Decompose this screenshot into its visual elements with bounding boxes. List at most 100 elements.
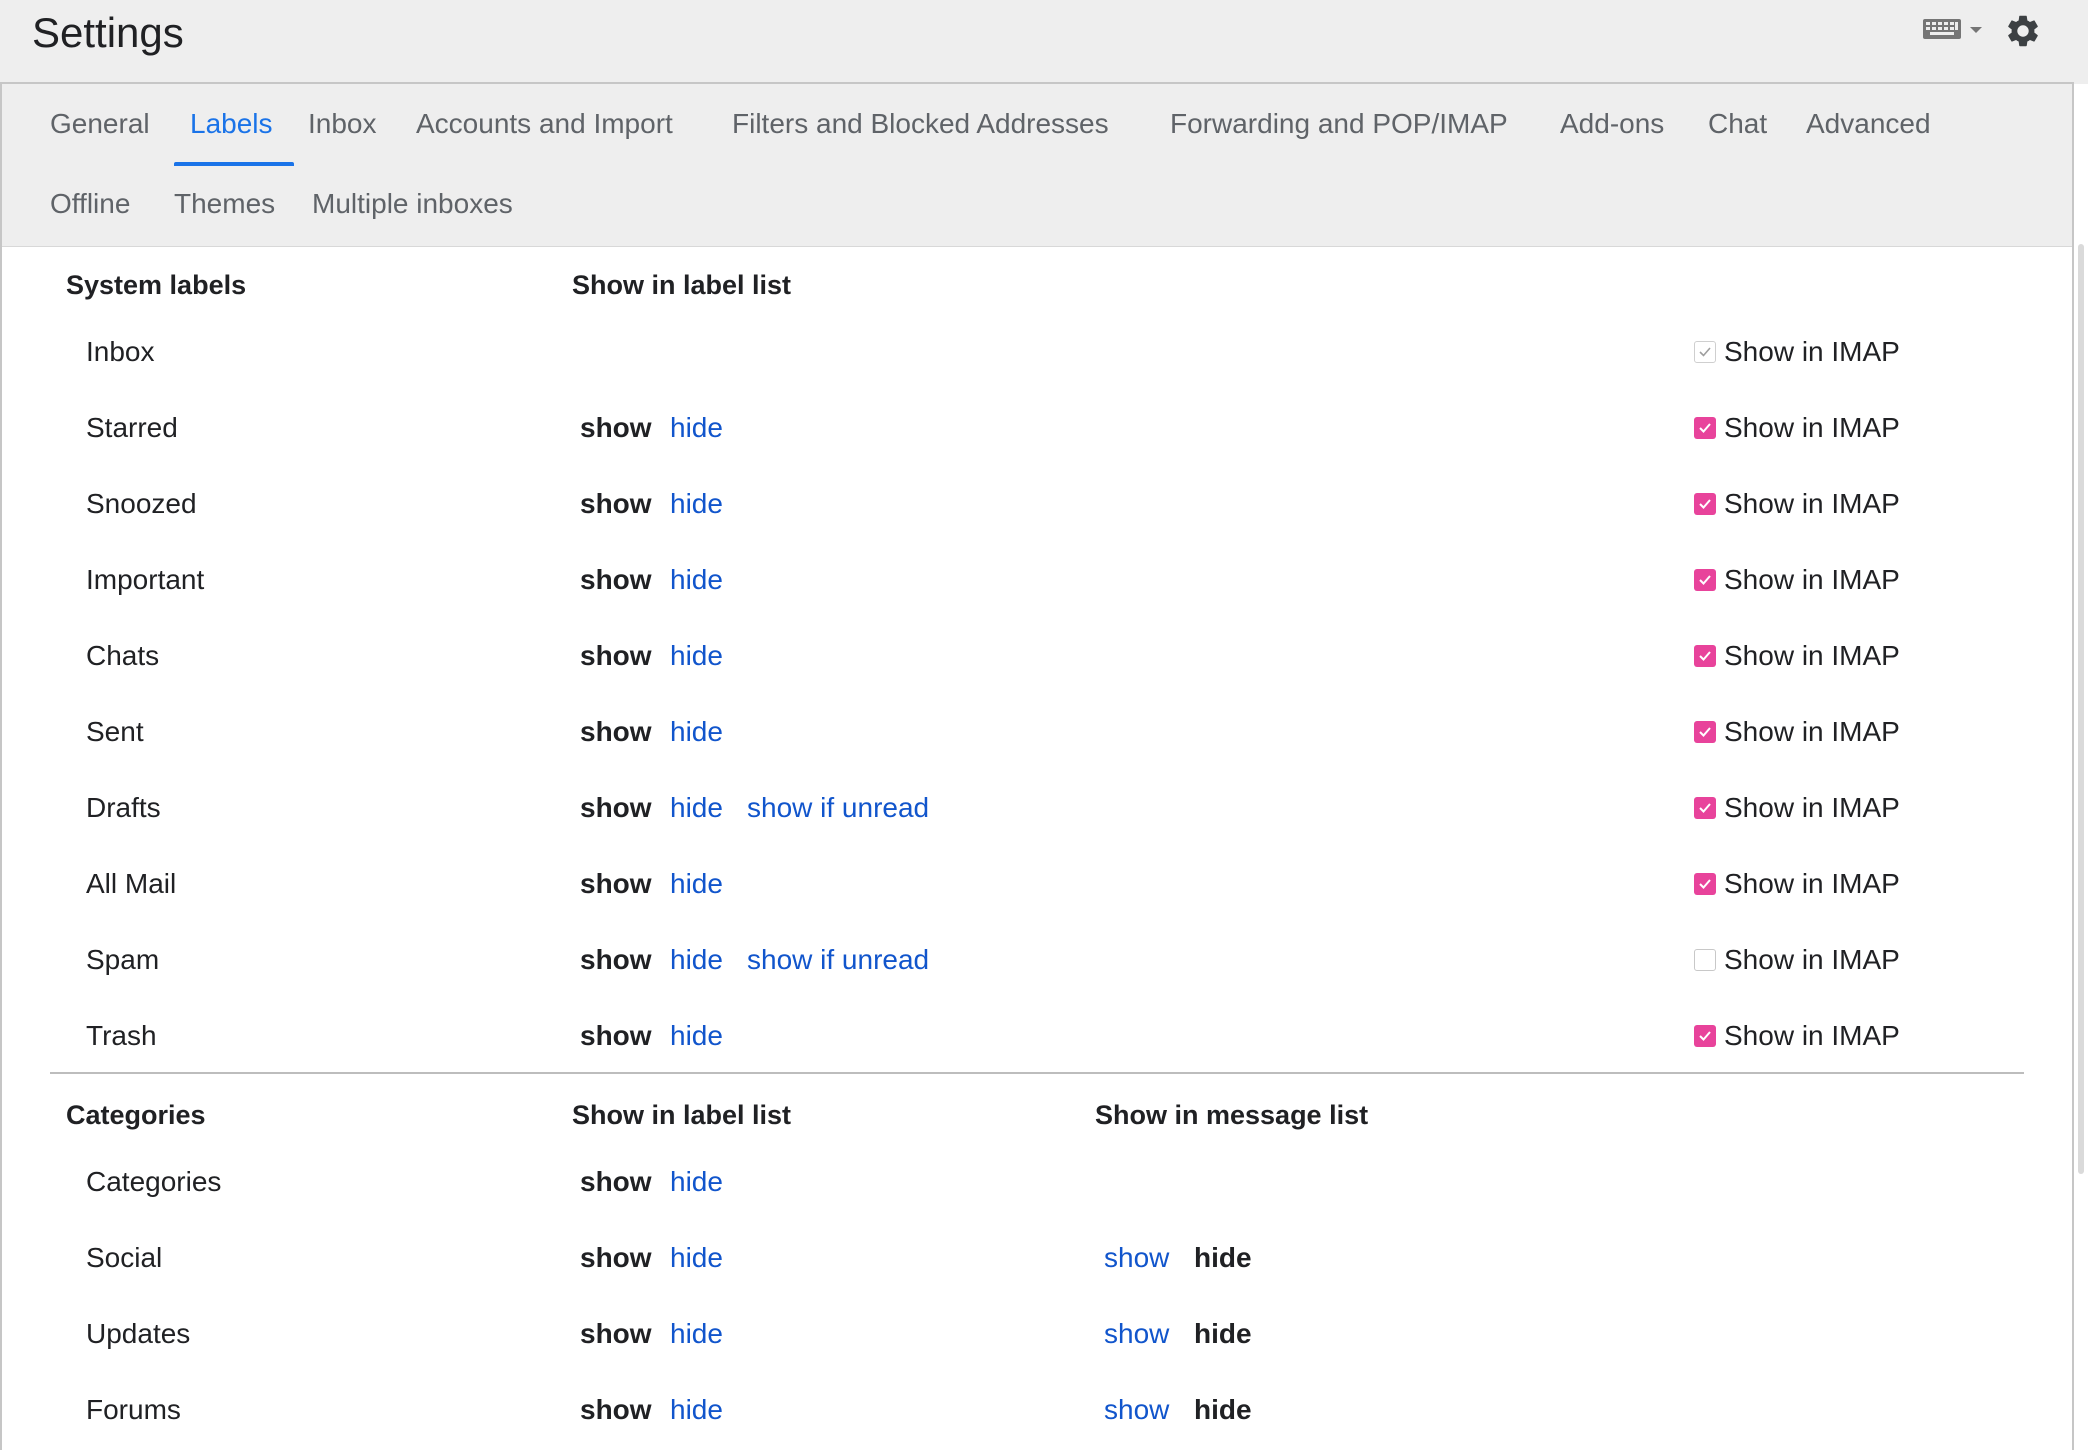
- category-name: Categories: [86, 1166, 222, 1197]
- input-tools-button[interactable]: [1922, 16, 1988, 46]
- message-list-show-link[interactable]: show: [1104, 1392, 1169, 1428]
- show-option: show: [580, 868, 652, 899]
- show-option: show: [580, 1020, 652, 1051]
- show-option: show: [580, 716, 652, 747]
- tab-forwarding-pop-imap[interactable]: Forwarding and POP/IMAP: [1170, 106, 1508, 142]
- imap-label: Show in IMAP: [1724, 716, 1900, 747]
- tab-labels[interactable]: Labels: [190, 106, 273, 142]
- show-in-message-list-heading: Show in message list: [1095, 1100, 1369, 1130]
- label-name: Trash: [86, 1020, 157, 1051]
- imap-label: Show in IMAP: [1724, 412, 1900, 443]
- hide-link[interactable]: hide: [670, 942, 723, 978]
- tab-filters-and-blocked-addresses[interactable]: Filters and Blocked Addresses: [732, 106, 1109, 142]
- gear-icon: [2004, 15, 2042, 54]
- hide-link[interactable]: hide: [670, 1240, 723, 1276]
- settings-gear-button[interactable]: [2004, 12, 2042, 50]
- message-list-show-link[interactable]: show: [1104, 1316, 1169, 1352]
- imap-checkbox[interactable]: [1694, 569, 1716, 591]
- show-option: show: [580, 792, 652, 823]
- tab-offline[interactable]: Offline: [50, 186, 130, 222]
- show-option: show: [580, 412, 652, 443]
- hide-link[interactable]: hide: [670, 486, 723, 522]
- category-name: Social: [86, 1242, 163, 1273]
- settings-page: Settings General Labels Inbox Accounts a…: [0, 0, 2088, 1450]
- scrollbar[interactable]: [2078, 244, 2084, 1174]
- chevron-down-icon: [1968, 22, 1984, 40]
- show-in-label-list-heading: Show in label list: [572, 1100, 792, 1130]
- show-if-unread-link[interactable]: show if unread: [747, 942, 929, 978]
- imap-checkbox[interactable]: [1694, 797, 1716, 819]
- imap-toggle[interactable]: Show in IMAP: [1694, 562, 1900, 598]
- imap-toggle[interactable]: Show in IMAP: [1694, 866, 1900, 902]
- settings-tabs: General Labels Inbox Accounts and Import…: [2, 84, 2072, 247]
- system-labels-heading: System labels: [66, 270, 247, 300]
- hide-link[interactable]: hide: [670, 714, 723, 750]
- label-name: Drafts: [86, 792, 161, 823]
- label-name: Starred: [86, 412, 178, 443]
- imap-checkbox: [1694, 341, 1716, 363]
- tab-chat[interactable]: Chat: [1708, 106, 1767, 142]
- hide-link[interactable]: hide: [670, 1316, 723, 1352]
- imap-checkbox[interactable]: [1694, 1025, 1716, 1047]
- imap-toggle[interactable]: Show in IMAP: [1694, 1018, 1900, 1054]
- categories-heading: Categories: [66, 1100, 206, 1130]
- tab-accounts-and-import[interactable]: Accounts and Import: [416, 106, 673, 142]
- hide-link[interactable]: hide: [670, 1392, 723, 1428]
- show-option: show: [580, 1242, 652, 1273]
- show-in-label-list-heading: Show in label list: [572, 270, 792, 300]
- category-name: Updates: [86, 1318, 191, 1349]
- show-option: show: [580, 640, 652, 671]
- label-name: Chats: [86, 640, 160, 671]
- imap-label: Show in IMAP: [1724, 640, 1900, 671]
- hide-link[interactable]: hide: [670, 790, 723, 826]
- message-list-show-link[interactable]: show: [1104, 1240, 1169, 1276]
- tab-themes[interactable]: Themes: [174, 186, 275, 222]
- imap-toggle[interactable]: Show in IMAP: [1694, 790, 1900, 826]
- imap-checkbox[interactable]: [1694, 645, 1716, 667]
- show-option: show: [580, 488, 652, 519]
- label-name: Important: [86, 564, 205, 595]
- tab-inbox[interactable]: Inbox: [308, 106, 377, 142]
- imap-label: Show in IMAP: [1724, 1020, 1900, 1051]
- message-list-hide-option: hide: [1194, 1394, 1252, 1425]
- hide-link[interactable]: hide: [670, 1164, 723, 1200]
- imap-label: Show in IMAP: [1724, 944, 1900, 975]
- settings-panel: General Labels Inbox Accounts and Import…: [0, 82, 2074, 1450]
- imap-toggle: Show in IMAP: [1694, 334, 1900, 370]
- keyboard-icon: [1922, 17, 1962, 46]
- tab-general[interactable]: General: [50, 106, 150, 142]
- page-title: Settings: [32, 9, 184, 56]
- tab-add-ons[interactable]: Add-ons: [1560, 106, 1664, 142]
- hide-link[interactable]: hide: [670, 562, 723, 598]
- imap-toggle[interactable]: Show in IMAP: [1694, 410, 1900, 446]
- label-name: Snoozed: [86, 488, 197, 519]
- imap-toggle[interactable]: Show in IMAP: [1694, 486, 1900, 522]
- show-if-unread-link[interactable]: show if unread: [747, 790, 929, 826]
- imap-toggle[interactable]: Show in IMAP: [1694, 638, 1900, 674]
- hide-link[interactable]: hide: [670, 1018, 723, 1054]
- hide-link[interactable]: hide: [670, 410, 723, 446]
- show-option: show: [580, 944, 652, 975]
- message-list-hide-option: hide: [1194, 1318, 1252, 1349]
- imap-checkbox[interactable]: [1694, 949, 1716, 971]
- imap-checkbox[interactable]: [1694, 417, 1716, 439]
- imap-checkbox[interactable]: [1694, 721, 1716, 743]
- label-name: All Mail: [86, 868, 177, 899]
- hide-link[interactable]: hide: [670, 638, 723, 674]
- top-bar: Settings: [0, 0, 2088, 84]
- imap-label: Show in IMAP: [1724, 336, 1900, 367]
- tab-multiple-inboxes[interactable]: Multiple inboxes: [312, 186, 513, 222]
- active-tab-indicator: [174, 162, 294, 166]
- imap-checkbox[interactable]: [1694, 493, 1716, 515]
- label-name: Sent: [86, 716, 144, 747]
- tab-advanced[interactable]: Advanced: [1806, 106, 1931, 142]
- imap-label: Show in IMAP: [1724, 488, 1900, 519]
- imap-checkbox[interactable]: [1694, 873, 1716, 895]
- imap-toggle[interactable]: Show in IMAP: [1694, 714, 1900, 750]
- category-name: Forums: [86, 1394, 181, 1425]
- hide-link[interactable]: hide: [670, 866, 723, 902]
- imap-toggle[interactable]: Show in IMAP: [1694, 942, 1900, 978]
- show-option: show: [580, 1166, 652, 1197]
- label-name: Inbox: [86, 336, 155, 367]
- message-list-hide-option: hide: [1194, 1242, 1252, 1273]
